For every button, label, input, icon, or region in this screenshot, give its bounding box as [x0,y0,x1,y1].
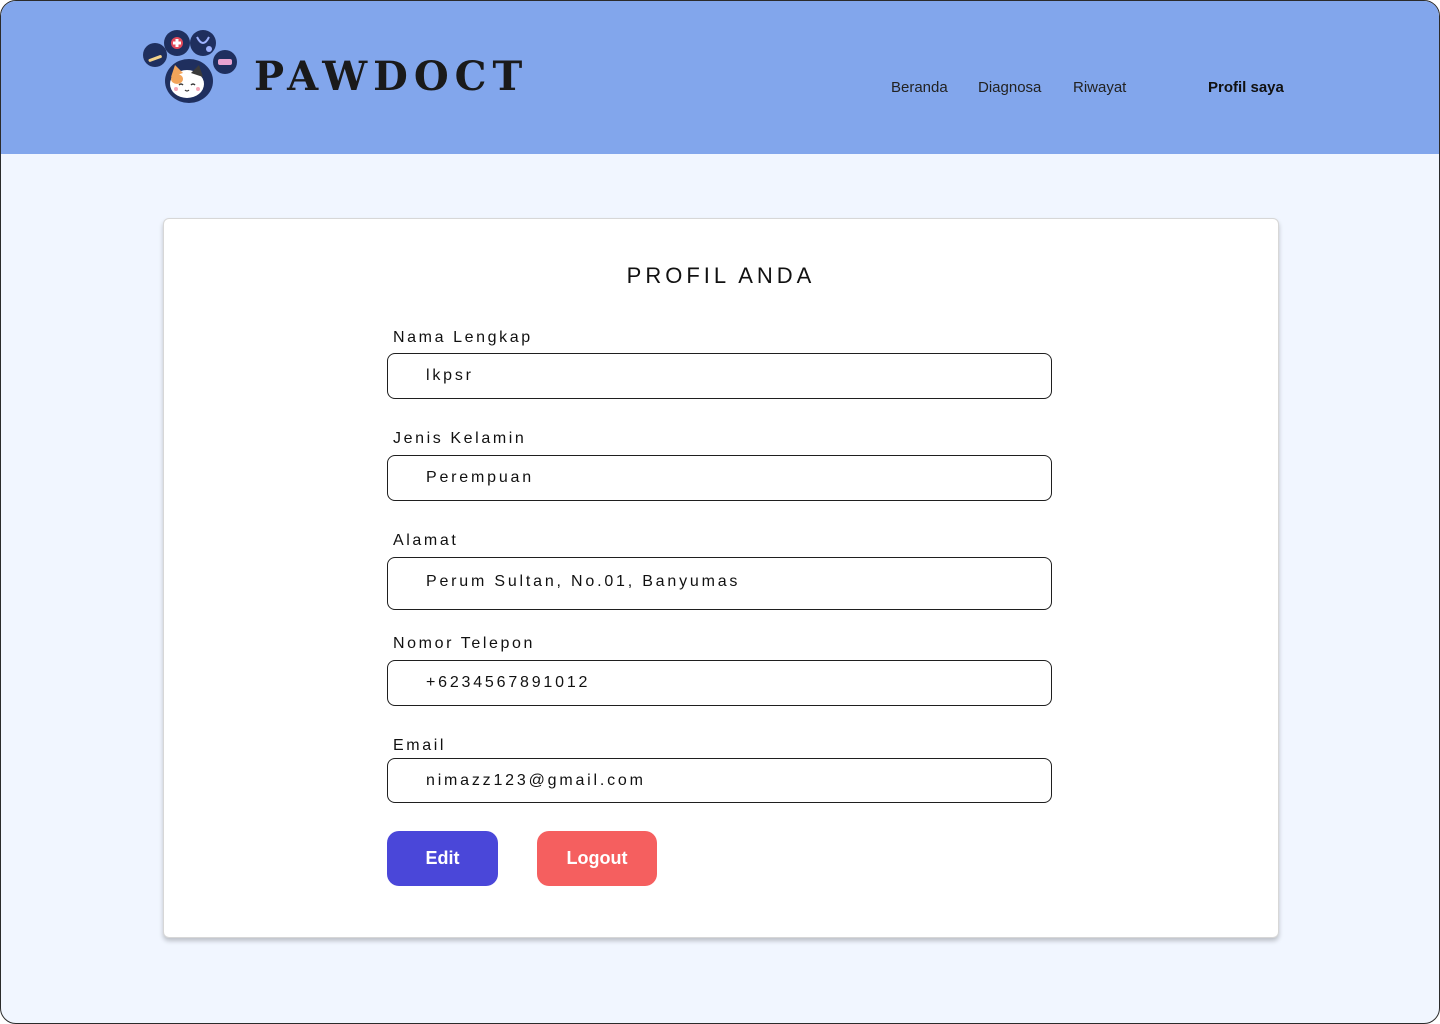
address-label: Alamat [393,532,459,549]
gender-label: Jenis Kelamin [393,430,527,447]
nav-link-profil-saya[interactable]: Profil saya [1208,79,1284,96]
gender-value: Perempuan [426,469,534,486]
edit-button[interactable]: Edit [387,831,498,886]
top-navbar: PAWDOCT Beranda Diagnosa Riwayat Profil … [1,1,1439,154]
email-field[interactable]: nimazz123@gmail.com [387,758,1052,803]
email-value: nimazz123@gmail.com [426,771,646,789]
email-label: Email [393,737,447,754]
nav-link-diagnosa[interactable]: Diagnosa [978,79,1041,96]
brand-name[interactable]: PAWDOCT [254,53,528,100]
full-name-field[interactable]: lkpsr [387,353,1052,399]
address-value: Perum Sultan, No.01, Banyumas [426,573,741,590]
logout-button[interactable]: Logout [537,831,657,886]
gender-field[interactable]: Perempuan [387,455,1052,501]
phone-label: Nomor Telepon [393,635,536,652]
full-name-value: lkpsr [426,367,474,384]
phone-field[interactable]: +6234567891012 [387,660,1052,706]
full-name-label: Nama Lengkap [393,329,533,346]
phone-value: +6234567891012 [426,674,591,691]
page-title: PROFIL ANDA [626,263,816,288]
app-window: PAWDOCT Beranda Diagnosa Riwayat Profil … [0,0,1440,1024]
nav-link-riwayat[interactable]: Riwayat [1073,79,1126,96]
paw-cat-logo-icon[interactable] [139,29,239,105]
address-field[interactable]: Perum Sultan, No.01, Banyumas [387,557,1052,610]
nav-link-beranda[interactable]: Beranda [891,79,948,96]
